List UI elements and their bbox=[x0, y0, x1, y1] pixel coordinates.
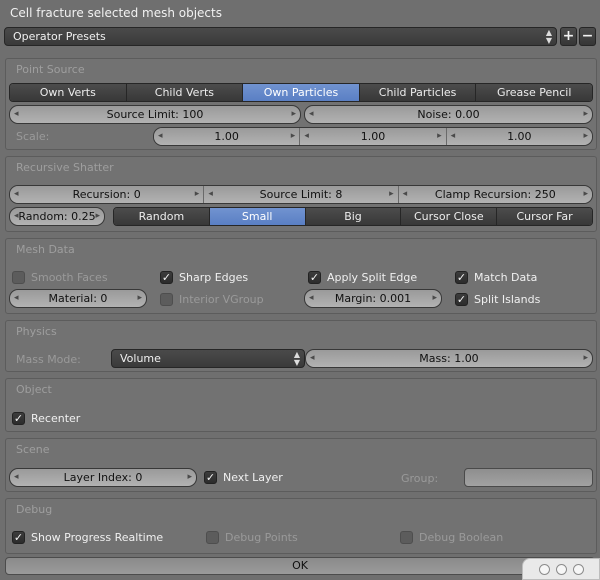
recursion-type-big[interactable]: Big bbox=[304, 208, 401, 225]
point-source-child-verts[interactable]: Child Verts bbox=[125, 84, 243, 101]
physics-panel: Physics Mass Mode: Volume ▲▼ Mass: 1.00 bbox=[5, 320, 597, 372]
checkbox-icon bbox=[206, 530, 219, 544]
ok-button[interactable]: OK bbox=[5, 557, 595, 575]
mass-mode-dropdown[interactable]: Volume ▲ ▼ bbox=[111, 349, 305, 368]
interior-vgroup-checkbox[interactable]: Interior VGroup bbox=[160, 291, 264, 307]
noise-field[interactable]: Noise: 0.00 bbox=[304, 105, 593, 124]
mass-field[interactable]: Mass: 1.00 bbox=[305, 349, 593, 368]
scale-y-field[interactable]: 1.00 bbox=[299, 128, 446, 145]
random-field[interactable]: Random: 0.25 bbox=[9, 207, 105, 226]
mass-mode-value: Volume bbox=[120, 352, 161, 365]
split-islands-checkbox[interactable]: ✓ Split Islands bbox=[455, 291, 540, 307]
debug-title: Debug bbox=[16, 503, 53, 516]
recenter-checkbox[interactable]: ✓ Recenter bbox=[12, 410, 80, 426]
recursive-shatter-title: Recursive Shatter bbox=[16, 161, 114, 174]
recursion-fields: Recursion: 0 Source Limit: 8 Clamp Recur… bbox=[9, 185, 593, 204]
checkmark-icon: ✓ bbox=[160, 270, 173, 284]
object-panel: Object ✓ Recenter bbox=[5, 378, 597, 432]
checkmark-icon: ✓ bbox=[12, 530, 25, 544]
recursion-type-selector: Random Small Big Cursor Close Cursor Far bbox=[113, 207, 593, 226]
debug-boolean-checkbox[interactable]: Debug Boolean bbox=[400, 529, 503, 545]
point-source-panel: Point Source Own Verts Child Verts Own P… bbox=[5, 58, 597, 150]
point-source-title: Point Source bbox=[16, 63, 85, 76]
clamp-recursion-field[interactable]: Clamp Recursion: 250 bbox=[397, 186, 592, 203]
recursion-field[interactable]: Recursion: 0 bbox=[10, 186, 204, 203]
recursion-type-random[interactable]: Random bbox=[114, 208, 209, 225]
scale-label: Scale: bbox=[16, 130, 50, 143]
checkbox-icon bbox=[12, 270, 25, 284]
checkbox-icon bbox=[160, 292, 173, 306]
group-input[interactable] bbox=[464, 468, 593, 487]
checkmark-icon: ✓ bbox=[308, 270, 321, 284]
checkmark-icon: ✓ bbox=[204, 470, 217, 484]
point-source-own-verts[interactable]: Own Verts bbox=[10, 84, 126, 101]
recursive-shatter-panel: Recursive Shatter Recursion: 0 Source Li… bbox=[5, 156, 597, 232]
circle-icon[interactable] bbox=[572, 563, 584, 575]
dialog-title: Cell fracture selected mesh objects bbox=[10, 6, 222, 20]
point-source-selector: Own Verts Child Verts Own Particles Chil… bbox=[9, 83, 593, 102]
checkmark-icon: ✓ bbox=[455, 270, 468, 284]
scale-z-field[interactable]: 1.00 bbox=[445, 128, 592, 145]
apply-split-edge-checkbox[interactable]: ✓ Apply Split Edge bbox=[308, 269, 417, 285]
add-preset-button[interactable]: + bbox=[560, 27, 577, 46]
point-source-grease-pencil[interactable]: Grease Pencil bbox=[475, 84, 592, 101]
circle-icon[interactable] bbox=[538, 563, 550, 575]
next-layer-checkbox[interactable]: ✓ Next Layer bbox=[204, 469, 283, 485]
updown-arrows-icon: ▲ ▼ bbox=[293, 350, 300, 367]
point-source-own-particles[interactable]: Own Particles bbox=[242, 84, 359, 101]
margin-field[interactable]: Margin: 0.001 bbox=[304, 289, 442, 308]
match-data-checkbox[interactable]: ✓ Match Data bbox=[455, 269, 537, 285]
window-controls bbox=[522, 558, 600, 580]
mesh-data-title: Mesh Data bbox=[16, 243, 75, 256]
smooth-faces-checkbox[interactable]: Smooth Faces bbox=[12, 269, 108, 285]
point-source-child-particles[interactable]: Child Particles bbox=[358, 84, 476, 101]
scale-fields: 1.00 1.00 1.00 bbox=[153, 127, 593, 146]
recursion-type-cursor-far[interactable]: Cursor Far bbox=[496, 208, 592, 225]
checkbox-icon bbox=[400, 530, 413, 544]
material-field[interactable]: Material: 0 bbox=[9, 289, 147, 308]
object-title: Object bbox=[16, 383, 52, 396]
debug-points-checkbox[interactable]: Debug Points bbox=[206, 529, 298, 545]
recursion-type-cursor-close[interactable]: Cursor Close bbox=[400, 208, 497, 225]
physics-title: Physics bbox=[16, 325, 57, 338]
checkmark-icon: ✓ bbox=[455, 292, 468, 306]
operator-presets-dropdown[interactable]: Operator Presets ▲ ▼ bbox=[4, 27, 557, 46]
scene-panel: Scene Layer Index: 0 ✓ Next Layer Group: bbox=[5, 438, 597, 492]
checkmark-icon: ✓ bbox=[12, 411, 25, 425]
show-progress-checkbox[interactable]: ✓ Show Progress Realtime bbox=[12, 529, 163, 545]
circle-icon[interactable] bbox=[555, 563, 567, 575]
source-limit-field[interactable]: Source Limit: 100 bbox=[9, 105, 301, 124]
operator-presets-bar: Operator Presets ▲ ▼ + − bbox=[2, 27, 598, 46]
updown-arrows-icon: ▲ ▼ bbox=[545, 28, 552, 45]
mesh-data-panel: Mesh Data Smooth Faces ✓ Sharp Edges ✓ A… bbox=[5, 238, 597, 314]
mass-mode-label: Mass Mode: bbox=[16, 353, 81, 366]
scene-title: Scene bbox=[16, 443, 50, 456]
scale-x-field[interactable]: 1.00 bbox=[154, 128, 300, 145]
sharp-edges-checkbox[interactable]: ✓ Sharp Edges bbox=[160, 269, 248, 285]
group-label: Group: bbox=[401, 472, 439, 485]
recursion-type-small[interactable]: Small bbox=[208, 208, 305, 225]
remove-preset-button[interactable]: − bbox=[579, 27, 596, 46]
debug-panel: Debug ✓ Show Progress Realtime Debug Poi… bbox=[5, 498, 597, 554]
operator-presets-label: Operator Presets bbox=[13, 30, 106, 43]
recursion-source-limit-field[interactable]: Source Limit: 8 bbox=[203, 186, 398, 203]
layer-index-field[interactable]: Layer Index: 0 bbox=[9, 468, 197, 487]
